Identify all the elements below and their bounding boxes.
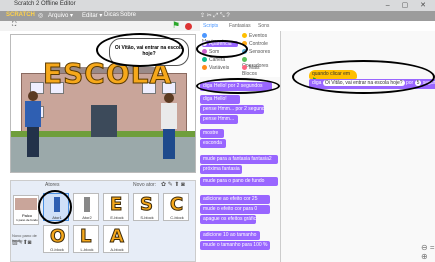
block-show[interactable]: mostre xyxy=(200,129,224,138)
block-clear-effects[interactable]: apague os efeitos gráficos xyxy=(200,215,256,224)
sprite-thumb-c[interactable]: C C-block xyxy=(163,193,189,221)
block-set-size[interactable]: mude o tamanho para 100 % xyxy=(200,241,270,250)
tab-sounds[interactable]: Sons xyxy=(255,21,272,31)
letter-s: S xyxy=(140,194,154,216)
highlight-circle xyxy=(196,78,280,94)
sprite-name: C-block xyxy=(170,215,184,220)
school-door xyxy=(91,105,117,137)
highlight-circle xyxy=(38,190,72,224)
stage-toolbar: ⛶ ⚑ xyxy=(0,20,200,31)
block-change-effect[interactable]: adicione ao efeito cor 25 xyxy=(200,195,270,204)
block-think-for[interactable]: pense Hmm... por 2 segundos xyxy=(200,105,264,114)
category-variables[interactable]: Variáveis xyxy=(202,65,232,71)
edit-tools[interactable]: ⇪ ✂ ⤢ ⤡ ? xyxy=(200,12,230,20)
letter-o: O xyxy=(49,226,66,248)
title-bar: Scratch 2 Offline Editor – ▢ ✕ xyxy=(0,0,435,11)
sprite-thumb-e[interactable]: E E-block xyxy=(103,193,129,221)
sprite-thumb-l[interactable]: L L-block xyxy=(73,225,99,253)
globe-icon[interactable]: ◎ xyxy=(38,12,43,19)
sprite-thumb-s[interactable]: S S-block xyxy=(133,193,159,221)
category-more-blocks[interactable]: Mais Blocos xyxy=(242,65,272,77)
stage-thumb-image xyxy=(15,198,37,210)
block-change-size[interactable]: adicione 10 ao tamanho xyxy=(200,231,260,240)
fullscreen-icon[interactable]: ⛶ xyxy=(12,22,16,29)
block-palette: diga Hello! por 2 segundos diga Hello! p… xyxy=(200,77,280,262)
block-say[interactable]: diga Hello! xyxy=(200,95,240,104)
menu-tips[interactable]: Dicas xyxy=(104,12,119,18)
sprite-thumb-a[interactable]: A A-block xyxy=(103,225,129,253)
letter-l: L xyxy=(79,226,92,248)
block-switch-costume[interactable]: mude para a fantasia fantasia2 xyxy=(200,155,278,164)
zoom-controls[interactable]: ⊖ = ⊕ xyxy=(421,243,435,261)
sprite-name: S-block xyxy=(140,215,154,220)
sprites-header: Atores xyxy=(45,182,60,188)
menu-edit[interactable]: Editar ▾ xyxy=(82,12,102,19)
menu-file[interactable]: Arquivo ▾ xyxy=(48,12,73,19)
sprite-name: O-block xyxy=(50,247,64,252)
window-title: Scratch 2 Offline Editor xyxy=(14,1,76,7)
category-events[interactable]: Eventos xyxy=(242,33,272,39)
stage-thumb[interactable]: Palco 1 pano de fundo xyxy=(13,195,39,225)
sprite-thumb-ator2[interactable]: Ator2 xyxy=(73,193,99,221)
tab-costumes[interactable]: Fantasias xyxy=(226,21,254,31)
sprite-thumb-o[interactable]: O O-block xyxy=(43,225,69,253)
sprite-boy-left[interactable] xyxy=(25,91,41,163)
sprite-thumb-image xyxy=(84,197,90,212)
new-sprite-icons[interactable]: ✿ ✎ ⬆ ◙ xyxy=(161,181,185,188)
sprite-name: E-block xyxy=(110,215,124,220)
letter-a: A xyxy=(110,226,125,248)
block-set-effect[interactable]: mude o efeito cor para 0 xyxy=(200,205,270,214)
window-controls[interactable]: – ▢ ✕ xyxy=(386,1,431,9)
menu-about[interactable]: Sobre xyxy=(120,12,136,18)
green-flag-icon[interactable]: ⚑ xyxy=(172,20,180,31)
block-hide[interactable]: esconda xyxy=(200,139,226,148)
highlight-circle xyxy=(96,33,184,67)
stage-sublabel: 1 pano de fundo xyxy=(16,218,38,222)
tab-scripts[interactable]: Scripts xyxy=(200,21,222,31)
editor-tabs: Scripts Fantasias Sons xyxy=(200,21,280,31)
menu-bar: SCRATCH ◎ Arquivo ▾ Editar ▾ Dicas Sobre… xyxy=(0,11,435,21)
sprite-name: Ator2 xyxy=(82,215,92,220)
new-sprite-label: Novo ator: xyxy=(133,182,157,188)
sprite-boy-right[interactable] xyxy=(161,93,177,165)
sprite-name: A-block xyxy=(110,247,124,252)
sprite-pane: Atores Novo ator: ✿ ✎ ⬆ ◙ Palco 1 pano d… xyxy=(10,180,196,262)
highlight-circle xyxy=(196,40,248,58)
block-next-costume[interactable]: próxima fantasia xyxy=(200,165,242,174)
block-switch-backdrop[interactable]: mude para o pano de fundo xyxy=(200,177,278,186)
letter-e: E xyxy=(109,194,123,216)
new-backdrop-icons[interactable]: ▨✎⬆◙ xyxy=(12,239,31,246)
block-think[interactable]: pense Hmm... xyxy=(200,115,238,124)
scratch-logo: SCRATCH xyxy=(6,12,35,18)
sprite-name: L-block xyxy=(80,247,94,252)
stop-icon[interactable] xyxy=(185,23,192,30)
letter-c: C xyxy=(169,194,184,216)
highlight-circle xyxy=(292,60,435,94)
